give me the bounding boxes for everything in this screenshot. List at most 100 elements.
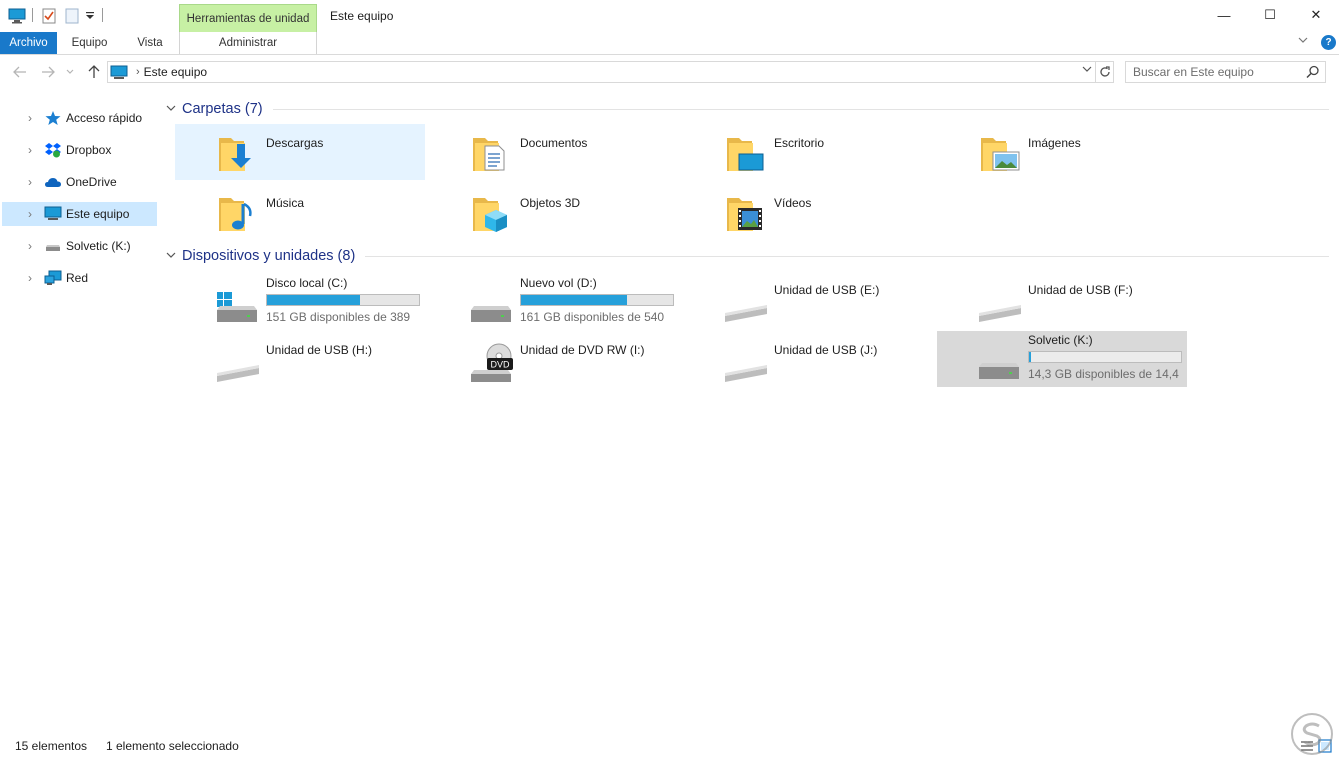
expand-chevron-icon[interactable]: › — [28, 239, 32, 253]
sidebar-item-onedrive[interactable]: › OneDrive — [2, 170, 157, 194]
expand-chevron-icon[interactable]: › — [28, 111, 32, 125]
free-space-text: 151 GB disponibles de 389 — [266, 310, 411, 324]
breadcrumb-este-equipo[interactable]: Este equipo — [144, 65, 207, 79]
sidebar-item-label: Este equipo — [66, 207, 130, 221]
sidebar-item-label: Dropbox — [66, 143, 112, 157]
qat-customize-icon[interactable] — [85, 7, 95, 25]
sidebar-item-acceso-rapido[interactable]: › Acceso rápido — [2, 106, 157, 130]
star-icon — [44, 110, 62, 126]
windows-drive-icon — [215, 280, 265, 328]
capacity-bar-fill — [1029, 352, 1031, 362]
sidebar-item-este-equipo[interactable]: › Este equipo — [2, 202, 157, 226]
tile-name: Nuevo vol (D:) — [520, 276, 597, 290]
folder-tile-escritorio[interactable]: Escritorio — [683, 124, 933, 180]
drive-tile-i[interactable]: DVD Unidad de DVD RW (I:) — [429, 334, 679, 390]
search-icon[interactable] — [1306, 65, 1320, 82]
this-pc-icon — [8, 7, 26, 25]
address-dropdown-chevron-icon[interactable] — [1082, 65, 1092, 76]
3d-objects-folder-icon — [471, 190, 519, 238]
item-count: 15 elementos — [15, 739, 88, 753]
expand-chevron-icon[interactable]: › — [28, 271, 32, 285]
group-divider — [365, 255, 1329, 257]
drive-tile-j[interactable]: Unidad de USB (J:) — [683, 334, 933, 390]
tile-name: Escritorio — [774, 136, 825, 150]
expand-chevron-icon[interactable]: › — [28, 143, 32, 157]
ribbon: Archivo Equipo Vista Administrar ? — [0, 32, 1339, 55]
properties-icon[interactable] — [42, 7, 56, 25]
folder-tile-videos[interactable]: Vídeos — [683, 184, 933, 240]
hard-drive-icon — [979, 337, 1027, 385]
sidebar-item-label: Red — [66, 271, 89, 285]
expand-chevron-icon[interactable]: › — [28, 175, 32, 189]
collapse-chevron-icon[interactable] — [166, 103, 182, 115]
folder-tile-objetos-3d[interactable]: Objetos 3D — [429, 184, 679, 240]
minimize-button[interactable]: — — [1201, 0, 1247, 30]
collapse-chevron-icon[interactable] — [166, 250, 182, 262]
new-folder-icon[interactable] — [65, 7, 79, 25]
videos-folder-icon — [725, 190, 773, 238]
close-button[interactable]: ✕ — [1293, 0, 1339, 30]
tab-vista[interactable]: Vista — [125, 32, 175, 54]
tile-name: Solvetic (K:) — [1028, 333, 1093, 347]
expand-chevron-icon[interactable]: › — [28, 207, 32, 221]
computer-icon — [44, 206, 62, 222]
capacity-bar — [266, 294, 420, 306]
tile-name: Documentos — [520, 136, 588, 150]
group-title: Dispositivos y unidades (8) — [182, 248, 356, 264]
address-bar[interactable]: › Este equipo — [107, 61, 1096, 83]
help-button[interactable]: ? — [1321, 35, 1336, 50]
breadcrumb-separator[interactable]: › — [136, 66, 140, 78]
downloads-folder-icon — [217, 130, 265, 178]
group-header-folders[interactable]: Carpetas (7) — [166, 99, 1329, 119]
sidebar-item-red[interactable]: › Red — [2, 266, 157, 290]
up-arrow-icon[interactable] — [84, 62, 104, 82]
tile-name: Disco local (C:) — [266, 276, 348, 290]
folder-tile-musica[interactable]: Música — [175, 184, 425, 240]
folder-tile-descargas[interactable]: Descargas — [175, 124, 425, 180]
capacity-bar — [520, 294, 674, 306]
usb-drive-icon — [725, 280, 773, 328]
window-title: Este equipo — [330, 9, 394, 23]
desktop-folder-icon — [725, 130, 773, 178]
forward-arrow-icon[interactable] — [38, 62, 58, 82]
drive-tile-e[interactable]: Unidad de USB (E:) — [683, 274, 933, 330]
contextual-tab-drive-tools[interactable]: Herramientas de unidad — [179, 4, 317, 32]
documents-folder-icon — [471, 130, 519, 178]
sidebar-item-label: OneDrive — [66, 175, 117, 189]
back-arrow-icon[interactable] — [10, 62, 30, 82]
drive-tile-h[interactable]: Unidad de USB (H:) — [175, 334, 425, 390]
tab-archivo[interactable]: Archivo — [0, 32, 57, 54]
sidebar-item-dropbox[interactable]: › Dropbox — [2, 138, 157, 162]
folder-tile-documentos[interactable]: Documentos — [429, 124, 679, 180]
expand-ribbon-chevron-icon[interactable] — [1298, 36, 1308, 47]
free-space-text: 161 GB disponibles de 540 — [520, 310, 665, 324]
group-header-devices[interactable]: Dispositivos y unidades (8) — [166, 246, 1329, 266]
search-box[interactable] — [1125, 61, 1326, 83]
drive-tile-f[interactable]: Unidad de USB (F:) — [937, 274, 1187, 330]
tile-name: Objetos 3D — [520, 196, 581, 210]
drive-tile-d[interactable]: Nuevo vol (D:) 161 GB disponibles de 540 — [429, 274, 679, 330]
dropbox-icon — [44, 142, 62, 158]
tile-name: Unidad de USB (H:) — [266, 343, 373, 357]
recent-locations-chevron-icon[interactable] — [63, 62, 77, 82]
sidebar-item-solvetic[interactable]: › Solvetic (K:) — [2, 234, 157, 258]
tile-name: Descargas — [266, 136, 324, 150]
hard-drive-icon — [471, 280, 519, 328]
search-input[interactable] — [1126, 62, 1301, 82]
drive-tile-c[interactable]: Disco local (C:) 151 GB disponibles de 3… — [175, 274, 425, 330]
drive-tile-k[interactable]: Solvetic (K:) 14,3 GB disponibles de 14,… — [937, 331, 1187, 387]
usb-drive-icon — [44, 238, 62, 254]
tile-name: Unidad de USB (F:) — [1028, 283, 1133, 297]
sidebar-item-label: Solvetic (K:) — [66, 239, 131, 253]
tile-name: Vídeos — [774, 196, 812, 210]
status-bar: 15 elementos 1 elemento seleccionado — [0, 736, 1339, 758]
tab-equipo[interactable]: Equipo — [62, 32, 117, 54]
maximize-button[interactable]: ☐ — [1247, 0, 1293, 30]
folder-tile-imagenes[interactable]: Imágenes — [937, 124, 1187, 180]
tab-administrar[interactable]: Administrar — [179, 32, 317, 54]
refresh-icon[interactable] — [1096, 61, 1114, 83]
tile-name: Música — [266, 196, 305, 210]
tile-name: Unidad de USB (E:) — [774, 283, 880, 297]
usb-drive-icon — [979, 280, 1027, 328]
usb-drive-icon — [725, 340, 773, 388]
